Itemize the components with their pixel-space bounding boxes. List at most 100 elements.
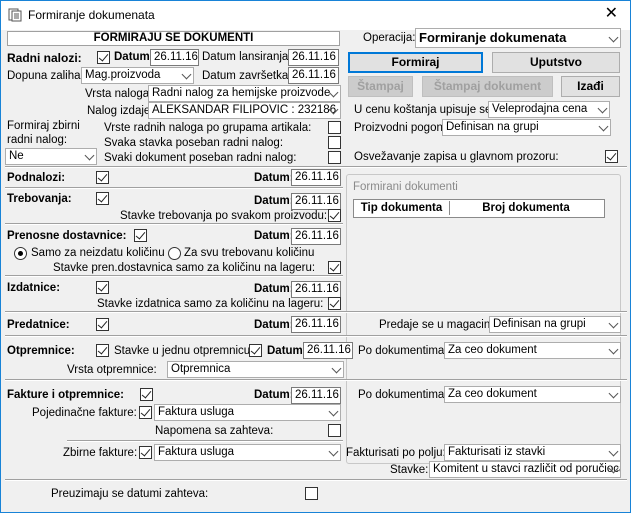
izdatnice-datum-input[interactable]: 26.11.16 [291,281,341,298]
operacija-label: Operacija: [363,32,416,44]
izdatnice-checkbox[interactable] [96,281,109,294]
izdatnice-stavke-label: Stavke izdatnica samo za količinu na lag… [97,298,324,310]
nalog-izdaje-select[interactable]: ALEKSANDAR FILIPOVIC : 232186 [148,102,341,119]
dopuna-select[interactable]: Mag.proizvoda [81,67,194,84]
radni-datum-input[interactable]: 26.11.16 [150,49,199,66]
pojedinacne-value: Faktura usluga [158,406,235,418]
divider [5,275,343,277]
svaki-label: Svaki dokument poseban radni nalog: [104,152,297,164]
vrsta-otpremnice-label: Vrsta otpremnice: [67,364,157,376]
svaki-checkbox[interactable] [328,151,341,164]
trebovanja-stavke-checkbox[interactable] [328,209,341,222]
stavka-label: Svaka stavka poseban radni nalog: [104,137,284,149]
prenosne-datum-label: Datum: [254,230,294,242]
chevron-down-icon [608,446,619,457]
grupe-checkbox[interactable] [328,121,341,134]
zbirni-select[interactable]: Ne [5,148,97,165]
lansiranja-input[interactable]: 26.11.16 [288,49,339,66]
chevron-down-icon [608,32,619,43]
izadji-button[interactable]: Izađi [561,76,620,97]
zbirne-checkbox[interactable] [139,446,152,459]
pojedinacne-checkbox[interactable] [139,406,152,419]
jedna-checkbox[interactable] [249,344,262,357]
otpremnice-podok-select[interactable]: Za ceo dokument [444,342,621,359]
cena-select[interactable]: Veleprodajna cena [488,101,610,118]
stavke-label: Stavke: [390,464,429,476]
fakture-label: Fakture i otpremnice: [7,389,124,401]
formirani-title: Formirani dokumenti [353,181,458,193]
jedna-label: Stavke u jednu otpremnicu [114,345,251,357]
prenosne-label: Prenosne dostavnice: [7,230,127,242]
operacija-select[interactable]: Formiranje dokumenata [415,28,621,48]
osvezavanje-checkbox[interactable] [605,150,618,163]
stavke-select[interactable]: Komitent u stavci različit od poručioca [429,461,621,478]
radio-neizdata[interactable] [14,247,27,260]
formiraj-button[interactable]: Formiraj [348,52,483,73]
preuzimaju-checkbox[interactable] [305,487,318,500]
predatnice-datum-input[interactable]: 26.11.16 [291,316,341,333]
divider [5,166,627,168]
trebovanja-checkbox[interactable] [96,192,109,205]
otpremnice-podok-label: Po dokumentima: [358,345,448,357]
fakture-datum-label: Datum: [254,389,294,401]
divider [5,379,627,381]
close-icon[interactable]: ✕ [605,5,618,23]
vrsta-naloga-select[interactable]: Radni nalog za hemijske proizvode [148,85,341,102]
otpremnice-datum-input[interactable]: 26.11.16 [303,342,353,359]
izdatnice-label: Izdatnice: [7,282,61,294]
vrsta-otpremnice-select[interactable]: Otpremnica [167,361,344,378]
header-caption-text: FORMIRAJU SE DOKUMENTI [93,32,254,44]
app-icon [8,8,22,22]
col-broj-dokumenta[interactable]: Broj dokumenta [451,201,601,215]
window-title: Formiranje dokumenata [28,8,155,22]
podnalozi-datum-input[interactable]: 26.11.16 [291,169,341,186]
prenosne-stavke-label: Stavke pren.dostavnica samo za količinu … [53,262,316,274]
otpremnice-label: Otpremnice: [7,345,75,357]
chevron-down-icon [608,318,619,329]
stavka-checkbox[interactable] [328,136,341,149]
napomena-checkbox[interactable] [328,424,341,437]
predatnice-checkbox[interactable] [96,318,109,331]
fakture-checkbox[interactable] [140,388,153,401]
stampaj-button[interactable]: Štampaj [348,76,413,97]
prenosne-datum-input[interactable]: 26.11.16 [291,228,341,245]
zavrsetka-input[interactable]: 26.11.16 [288,67,339,84]
stampaj-dokument-button[interactable]: Štampaj dokument [422,76,553,97]
chevron-down-icon [598,121,609,132]
fakture-podok-select[interactable]: Za ceo dokument [444,386,621,403]
trebovanja-datum-input[interactable]: 26.11.16 [291,193,341,210]
radni-nalozi-checkbox[interactable] [97,51,110,64]
polje-select[interactable]: Fakturisati iz stavki [444,444,621,461]
zbirni-label-2: radni nalog: [7,134,68,146]
grupe-label: Vrste radnih naloga po grupama artikala: [104,122,312,134]
formirani-table[interactable]: Tip dokumenta Broj dokumenta [353,199,605,218]
podnalozi-datum-label: Datum: [254,172,294,184]
vrsta-naloga-value: Radni nalog za hemijske proizvode [152,87,331,99]
podnalozi-checkbox[interactable] [96,171,109,184]
zbirne-select[interactable]: Faktura usluga [154,444,341,461]
polje-value: Fakturisati iz stavki [448,446,546,458]
izdatnice-stavke-checkbox[interactable] [328,297,341,310]
trebovanja-label: Trebovanja: [7,193,72,205]
fakture-datum-input[interactable]: 26.11.16 [291,387,341,404]
col-tip-dokumenta[interactable]: Tip dokumenta [354,201,450,215]
radio-neizdata-label: Samo za neizdatu količinu [31,247,165,259]
magacin-select[interactable]: Definisan na grupi [489,316,621,333]
predatnice-datum-label: Datum: [254,319,294,331]
fakture-podok-value: Za ceo dokument [448,388,537,400]
otpremnice-checkbox[interactable] [96,344,109,357]
radio-trebovana[interactable] [168,247,181,260]
uputstvo-button[interactable]: Uputstvo [492,52,620,73]
pojedinacne-select[interactable]: Faktura usluga [154,404,341,421]
lansiranja-label: Datum lansiranja: [202,51,292,63]
zbirni-label-1: Formiraj zbirni [7,120,80,132]
pogon-select[interactable]: Definisan na grupi [442,119,611,136]
stavke-value: Komitent u stavci različit od poručioca [433,463,621,475]
pojedinacne-label: Pojedinačne fakture: [32,407,137,419]
nalog-izdaje-value: ALEKSANDAR FILIPOVIC : 232186 [152,104,337,116]
prenosne-stavke-checkbox[interactable] [328,261,341,274]
chevron-down-icon [84,150,95,161]
header-caption: FORMIRAJU SE DOKUMENTI [7,31,340,46]
divider [5,223,343,225]
prenosne-checkbox[interactable] [134,229,147,242]
